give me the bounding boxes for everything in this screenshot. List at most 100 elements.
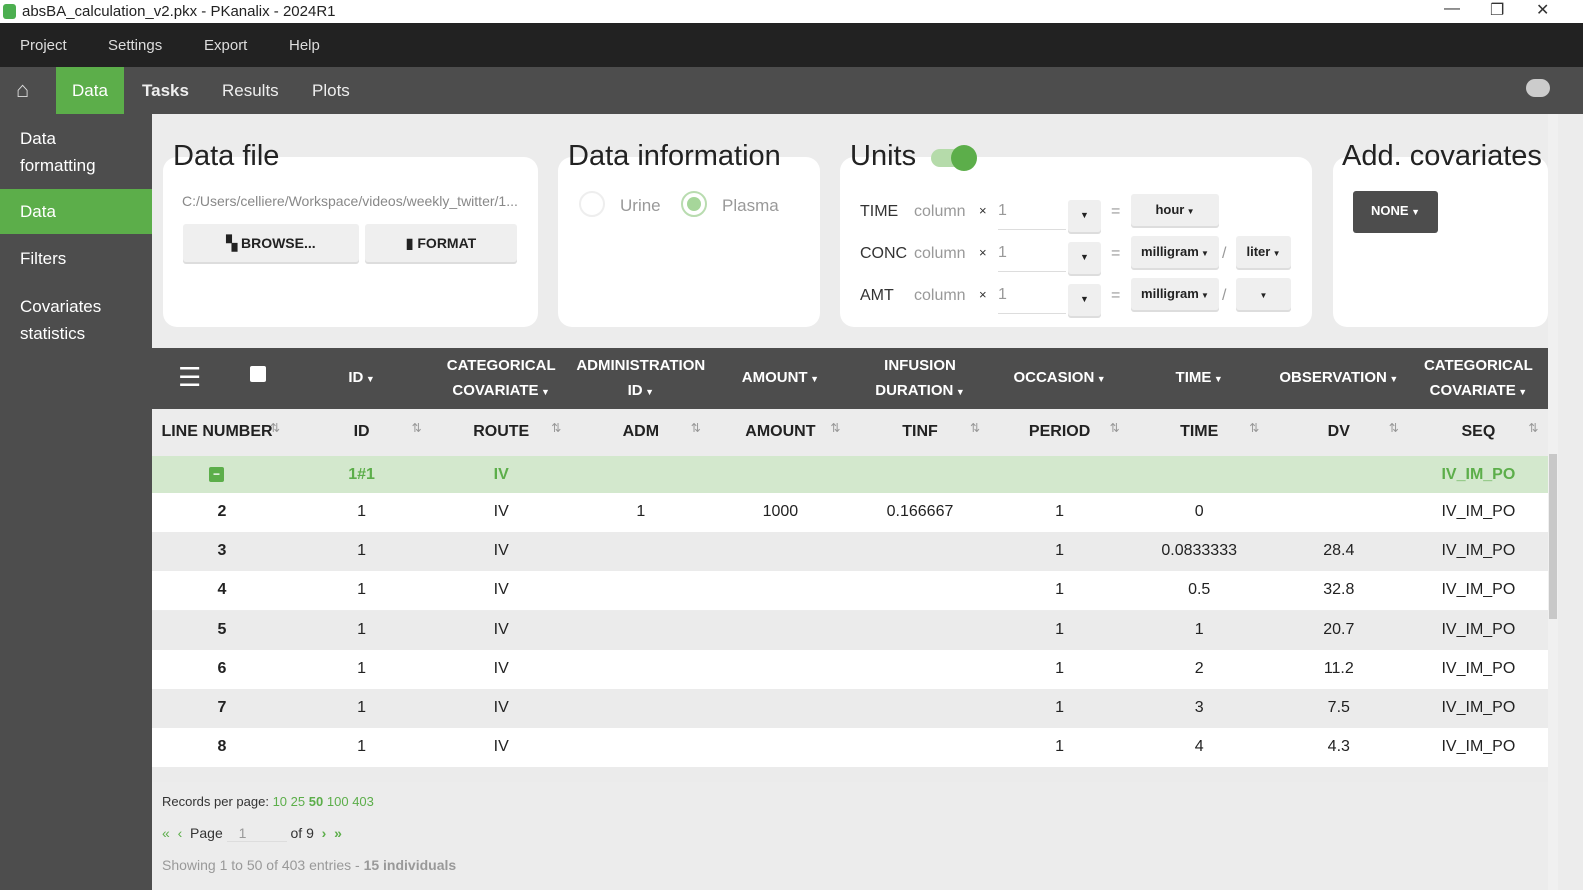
sort-icon[interactable]: ⇅: [1249, 421, 1259, 435]
collapse-icon[interactable]: −: [209, 467, 224, 482]
column-type-dropdown[interactable]: CATEGORICAL COVARIATE ▼: [1408, 353, 1548, 405]
column-type-dropdown[interactable]: AMOUNT ▼: [710, 365, 850, 392]
page-label: Page: [190, 825, 223, 841]
table-row[interactable]: 4 1 IV 1 0.5 32.8 IV_IM_PO: [152, 571, 1548, 611]
column-header-line-number[interactable]: LINE NUMBER: [147, 423, 287, 441]
column-type-dropdown[interactable]: TIME ▼: [1129, 365, 1269, 392]
column-type-dropdown[interactable]: CATEGORICAL COVARIATE ▼: [431, 353, 571, 405]
covariates-none-dropdown[interactable]: NONE ▼: [1353, 191, 1438, 233]
scrollbar[interactable]: [1548, 114, 1558, 890]
menu-help[interactable]: Help: [289, 37, 320, 54]
last-page-icon[interactable]: »: [334, 825, 342, 841]
chat-icon[interactable]: [1526, 79, 1550, 97]
sidebar-item-data-formatting[interactable]: Data formatting: [0, 125, 110, 179]
tab-plots[interactable]: Plots: [296, 67, 366, 114]
table-cell: 20.7: [1323, 620, 1355, 638]
factor-dropdown-caret-icon[interactable]: ▼: [1068, 200, 1101, 232]
factor-dropdown-caret-icon[interactable]: ▼: [1068, 284, 1101, 316]
data-file-title: Data file: [173, 140, 280, 172]
caret-down-icon: ▼: [1211, 374, 1223, 384]
menu-settings[interactable]: Settings: [108, 37, 162, 54]
format-button[interactable]: ▮ FORMAT: [365, 224, 517, 262]
home-icon[interactable]: ⌂: [16, 77, 29, 103]
minimize-button[interactable]: —: [1444, 0, 1460, 18]
sidebar-item-data[interactable]: Data: [0, 189, 152, 234]
tab-results[interactable]: Results: [206, 67, 295, 114]
prev-page-icon[interactable]: ‹: [178, 825, 183, 841]
tab-tasks[interactable]: Tasks: [126, 67, 205, 114]
factor-input[interactable]: 1: [998, 244, 1066, 272]
column-header-period[interactable]: PERIOD: [990, 423, 1130, 441]
column-header-amount[interactable]: AMOUNT: [710, 423, 850, 441]
urine-radio[interactable]: [579, 191, 605, 217]
table-cell: 4: [217, 581, 227, 599]
table-row[interactable]: 2 1 IV 1 1000 0.166667 1 0 IV_IM_PO: [152, 493, 1548, 532]
per-unit-dropdown[interactable]: liter ▼: [1236, 236, 1291, 268]
units-toggle[interactable]: [931, 145, 977, 171]
menu-project[interactable]: Project: [20, 37, 67, 54]
table-cell: 2: [217, 503, 227, 520]
column-label: column: [914, 287, 966, 304]
first-page-icon[interactable]: «: [162, 825, 170, 841]
column-header-adm[interactable]: ADM: [571, 423, 711, 441]
factor-input[interactable]: 1: [998, 202, 1066, 230]
save-icon[interactable]: [250, 366, 266, 382]
table-row[interactable]: 5 1 IV 1 1 20.7 IV_IM_PO: [152, 610, 1548, 650]
caret-down-icon: ▼: [1198, 291, 1209, 300]
factor-dropdown-caret-icon[interactable]: ▼: [1068, 242, 1101, 274]
records-option-50[interactable]: 50: [309, 794, 323, 809]
menu-export[interactable]: Export: [204, 37, 247, 54]
unit-dropdown[interactable]: hour ▼: [1131, 194, 1219, 226]
column-header-seq[interactable]: SEQ: [1408, 423, 1548, 441]
table-row[interactable]: 3 1 IV 1 0.0833333 28.4 IV_IM_PO: [152, 532, 1548, 572]
group-row[interactable]: − 1#1 IV IV_IM_PO: [152, 456, 1548, 495]
sort-icon[interactable]: ⇅: [1389, 421, 1399, 435]
column-header-tinf[interactable]: TINF: [850, 423, 990, 441]
sort-icon[interactable]: ⇅: [551, 421, 561, 435]
sidebar-item-covariates-statistics[interactable]: Covariates statistics: [0, 293, 120, 347]
sort-icon[interactable]: ⇅: [691, 421, 701, 435]
sidebar-item-filters[interactable]: Filters: [0, 245, 152, 272]
table-row[interactable]: 8 1 IV 1 4 4.3 IV_IM_PO: [152, 728, 1548, 768]
sort-icon[interactable]: ⇅: [1528, 421, 1538, 435]
next-page-icon[interactable]: ›: [322, 825, 327, 841]
column-type-dropdown[interactable]: ADMINISTRATION ID ▼: [571, 353, 711, 405]
sort-icon[interactable]: ⇅: [412, 421, 422, 435]
unit-dropdown[interactable]: milligram ▼: [1131, 278, 1219, 310]
menu-icon[interactable]: ☰: [178, 364, 201, 390]
records-option-25[interactable]: 25: [291, 794, 305, 809]
sort-icon[interactable]: ⇅: [1110, 421, 1120, 435]
column-type-dropdown[interactable]: INFUSION DURATION ▼: [850, 353, 990, 405]
records-option-100[interactable]: 100: [327, 794, 349, 809]
factor-input[interactable]: 1: [998, 286, 1066, 314]
scrollbar-thumb[interactable]: [1549, 454, 1557, 619]
tab-data[interactable]: Data: [56, 67, 124, 114]
column-type-dropdown[interactable]: ID ▼: [292, 365, 432, 392]
column-header-dv[interactable]: DV: [1269, 423, 1409, 441]
close-button[interactable]: ✕: [1536, 0, 1549, 20]
table-row[interactable]: 7 1 IV 1 3 7.5 IV_IM_PO: [152, 689, 1548, 728]
restore-button[interactable]: ❐: [1490, 0, 1504, 20]
column-type-dropdown[interactable]: OCCASION ▼: [990, 365, 1130, 392]
page-input[interactable]: 1: [226, 825, 287, 842]
table-cell: 8: [217, 738, 227, 756]
sort-icon[interactable]: ⇅: [830, 421, 840, 435]
group-cell: IV: [493, 466, 509, 483]
column-type-dropdown[interactable]: OBSERVATION ▼: [1269, 365, 1409, 392]
table-row[interactable]: 6 1 IV 1 2 11.2 IV_IM_PO: [152, 649, 1548, 689]
plasma-radio[interactable]: [681, 191, 707, 217]
table-cell: 1: [1055, 659, 1065, 677]
window-title: absBA_calculation_v2.pkx - PKanalix - 20…: [22, 3, 336, 20]
column-header-route[interactable]: ROUTE: [431, 423, 571, 441]
column-header-time[interactable]: TIME: [1129, 423, 1269, 441]
records-option-10[interactable]: 10: [273, 794, 287, 809]
tab-bar: ⌂ Data Tasks Results Plots: [0, 67, 1583, 114]
records-option-403[interactable]: 403: [352, 794, 374, 809]
per-unit-dropdown[interactable]: ▼: [1236, 278, 1291, 310]
column-header-id[interactable]: ID: [292, 423, 432, 441]
table-cell: 1: [1055, 620, 1065, 638]
sort-icon[interactable]: ⇅: [270, 421, 280, 435]
unit-dropdown[interactable]: milligram ▼: [1131, 236, 1219, 268]
sort-icon[interactable]: ⇅: [970, 421, 980, 435]
browse-button[interactable]: ▚ BROWSE...: [183, 224, 359, 262]
